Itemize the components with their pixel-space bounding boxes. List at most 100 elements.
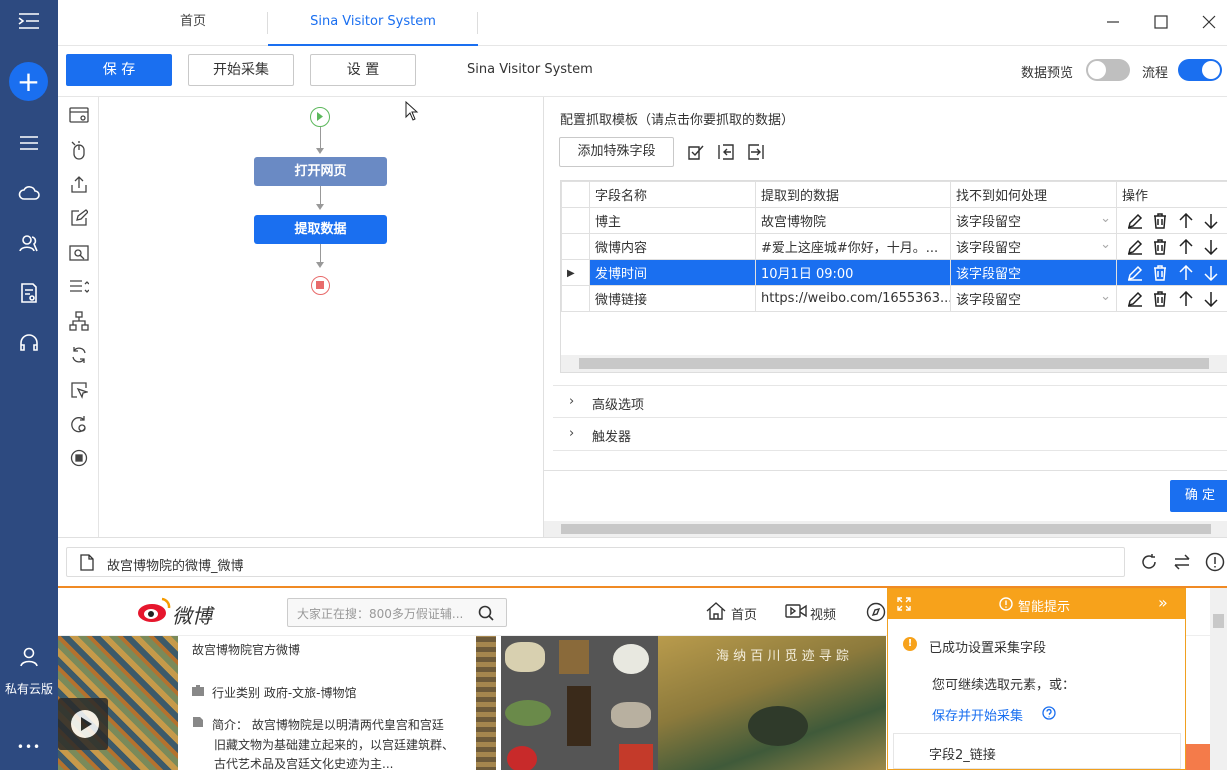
field-name-cell[interactable]: 发博时间	[589, 259, 756, 286]
edit-icon[interactable]	[1127, 213, 1143, 229]
field-name-cell[interactable]: 微博链接	[589, 285, 756, 312]
headset-support-icon[interactable]	[0, 326, 58, 360]
field-value-cell[interactable]: 故宫博物院	[755, 207, 951, 234]
video-play-button[interactable]	[58, 698, 108, 750]
select-all-icon[interactable]	[687, 143, 705, 165]
scrollbar-thumb[interactable]	[561, 524, 1211, 534]
extract-data-tool-icon[interactable]	[58, 238, 99, 268]
new-task-button[interactable]: +	[9, 62, 48, 101]
flow-node-extract-data[interactable]: 提取数据	[254, 215, 387, 244]
edit-icon[interactable]	[1127, 291, 1143, 307]
collapse-menu-icon[interactable]	[0, 4, 58, 38]
handling-select[interactable]: 该字段留空 ⌄	[950, 207, 1117, 234]
minimize-icon[interactable]	[1101, 10, 1125, 34]
confirm-button[interactable]: 确 定	[1170, 480, 1227, 512]
edit-icon[interactable]	[1127, 265, 1143, 281]
switch-tool-icon[interactable]	[58, 409, 99, 439]
click-element-tool-icon[interactable]	[58, 135, 99, 165]
advanced-options-section[interactable]: › 高级选项	[553, 385, 1227, 418]
maximize-icon[interactable]	[1149, 10, 1173, 34]
weibo-logo-icon[interactable]	[136, 596, 172, 624]
users-icon[interactable]	[0, 226, 58, 260]
expand-icon[interactable]	[897, 597, 911, 611]
loop-tool-icon[interactable]	[58, 340, 99, 370]
delete-icon[interactable]	[1152, 264, 1168, 281]
video-icon[interactable]	[785, 603, 807, 619]
field-value-cell[interactable]: https://weibo.com/1655363...	[755, 285, 951, 312]
weibo-nav-home[interactable]: 首页	[731, 604, 757, 623]
help-icon[interactable]	[1042, 706, 1056, 720]
handling-select[interactable]: 该字段留空 ⌄	[950, 285, 1117, 312]
trigger-section[interactable]: › 触发器	[553, 418, 1227, 451]
more-menu-icon[interactable]: •••	[0, 740, 58, 754]
flow-node-open-page[interactable]: 打开网页	[254, 157, 387, 186]
weibo-nav-video[interactable]: 视频	[810, 604, 836, 623]
handling-select[interactable]: 该字段留空	[950, 259, 1117, 286]
floating-help-button[interactable]	[1184, 744, 1210, 770]
list-tool-icon[interactable]	[58, 272, 99, 302]
add-special-field-button[interactable]: 添加特殊字段	[559, 137, 674, 167]
flow-toggle[interactable]	[1178, 59, 1222, 81]
field-value-cell[interactable]: #爱上这座城#你好，十月。...	[755, 233, 951, 260]
delete-icon[interactable]	[1152, 212, 1168, 229]
export-field-icon[interactable]	[747, 143, 765, 165]
stop-tool-icon[interactable]	[58, 443, 99, 473]
trigger-label: 触发器	[592, 430, 632, 445]
search-icon[interactable]	[478, 605, 494, 621]
switch-arrows-icon[interactable]	[1173, 553, 1191, 571]
input-text-tool-icon[interactable]	[58, 203, 99, 233]
move-down-icon[interactable]	[1203, 239, 1219, 255]
upload-tool-icon[interactable]	[58, 169, 99, 199]
address-bar[interactable]: 故宫博物院的微博_微博	[66, 547, 1125, 577]
move-up-icon[interactable]	[1178, 264, 1194, 281]
mouse-hover-tool-icon[interactable]	[58, 375, 99, 405]
save-button[interactable]: 保 存	[66, 54, 172, 86]
table-row[interactable]: 微博内容 #爱上这座城#你好，十月。... 该字段留空 ⌄	[561, 233, 1227, 260]
import-field-icon[interactable]	[717, 143, 735, 165]
page-vscrollbar[interactable]	[1210, 588, 1227, 770]
table-hscrollbar[interactable]	[561, 355, 1227, 372]
start-collect-button[interactable]: 开始采集	[188, 54, 294, 86]
handling-select[interactable]: 该字段留空 ⌄	[950, 233, 1117, 260]
weibo-logo-text: 微博	[172, 604, 212, 628]
scrollbar-thumb[interactable]	[579, 358, 1209, 369]
row-actions	[1116, 259, 1227, 286]
close-icon[interactable]	[1197, 10, 1221, 34]
panel-hscrollbar[interactable]	[544, 521, 1227, 537]
delete-icon[interactable]	[1152, 290, 1168, 307]
data-file-icon[interactable]	[0, 276, 58, 310]
move-down-icon[interactable]	[1203, 213, 1219, 229]
tab-home[interactable]: 首页	[118, 0, 268, 46]
weibo-search-input[interactable]: 大家正在搜：800多万假证辅...	[287, 598, 507, 627]
collapse-panel-icon[interactable]: »	[1158, 593, 1168, 612]
profile-category: 行业类别 政府-文旅-博物馆	[212, 686, 357, 700]
row-actions	[1116, 233, 1227, 260]
discover-compass-icon[interactable]	[866, 602, 886, 622]
save-and-start-link[interactable]: 保存并开始采集	[932, 705, 1023, 724]
field-name-cell[interactable]: 博主	[589, 207, 756, 234]
table-row[interactable]: 博主 故宫博物院 该字段留空 ⌄	[561, 207, 1227, 234]
move-down-icon[interactable]	[1203, 291, 1219, 307]
move-down-icon[interactable]	[1203, 265, 1219, 281]
cloud-icon[interactable]	[0, 176, 58, 210]
info-icon[interactable]	[1205, 552, 1225, 572]
refresh-icon[interactable]	[1140, 553, 1158, 571]
open-page-tool-icon[interactable]	[58, 100, 99, 130]
field-list-item[interactable]: 字段2_链接	[893, 733, 1181, 769]
move-up-icon[interactable]	[1178, 290, 1194, 307]
data-preview-toggle[interactable]	[1086, 59, 1130, 81]
edit-icon[interactable]	[1127, 239, 1143, 255]
branch-tool-icon[interactable]	[58, 306, 99, 336]
settings-button[interactable]: 设 置	[310, 54, 416, 86]
move-up-icon[interactable]	[1178, 212, 1194, 229]
field-name-cell[interactable]: 微博内容	[589, 233, 756, 260]
move-up-icon[interactable]	[1178, 238, 1194, 255]
delete-icon[interactable]	[1152, 238, 1168, 255]
table-row-selected[interactable]: ▶ 发博时间 10月1日 09:00 该字段留空	[561, 259, 1227, 286]
task-list-icon[interactable]	[0, 126, 58, 160]
tab-sina-visitor-system[interactable]: Sina Visitor System	[268, 0, 478, 46]
field-value-cell[interactable]: 10月1日 09:00	[755, 259, 951, 286]
table-row[interactable]: 微博链接 https://weibo.com/1655363... 该字段留空 ⌄	[561, 285, 1227, 312]
home-icon[interactable]	[706, 602, 726, 620]
account-icon[interactable]	[0, 640, 58, 674]
